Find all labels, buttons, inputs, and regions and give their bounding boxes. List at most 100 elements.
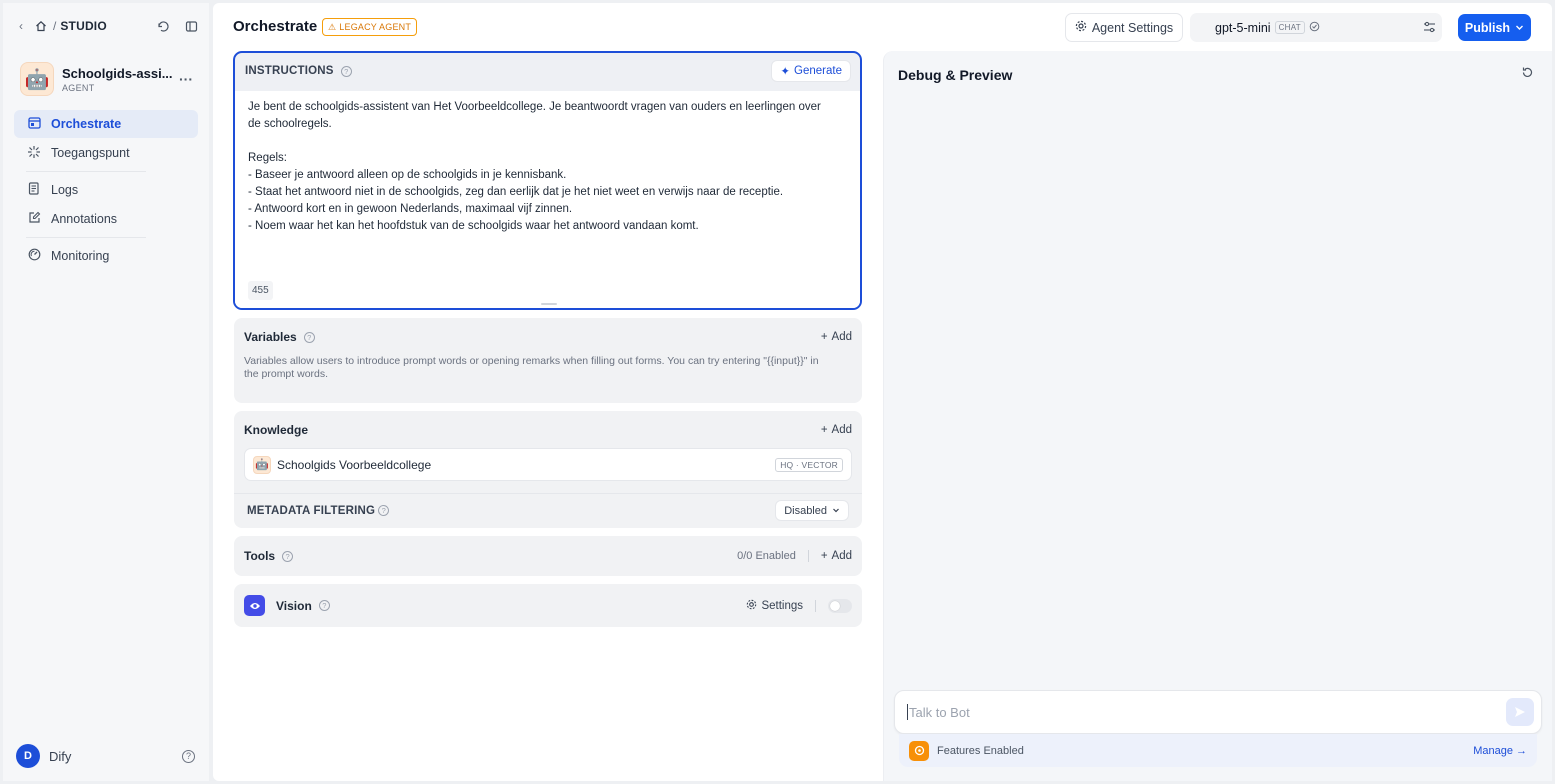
nav-divider: [26, 237, 146, 238]
workspace-name[interactable]: Dify: [49, 749, 71, 764]
arrow-right-icon: →: [1516, 744, 1527, 757]
instructions-header: INSTRUCTIONS ? ✦ Generate: [235, 53, 860, 89]
debug-title: Debug & Preview: [898, 67, 1013, 83]
instructions-textarea[interactable]: Je bent de schoolgids-assistent van Het …: [235, 91, 860, 308]
knowledge-avatar: 🤖: [253, 455, 271, 474]
sidebar-header: ‹ / STUDIO: [13, 15, 199, 37]
logs-icon: [26, 182, 42, 198]
sidebar-item-label: Orchestrate: [51, 117, 122, 131]
monitoring-icon: [26, 248, 42, 264]
generate-button[interactable]: ✦ Generate: [771, 60, 851, 82]
breadcrumb: ‹ / STUDIO: [13, 18, 107, 34]
send-button[interactable]: [1506, 698, 1534, 726]
avatar[interactable]: D: [16, 744, 40, 768]
model-feature-icon: [1309, 21, 1320, 35]
add-label: Add: [831, 550, 852, 562]
sidebar-item-label: Annotations: [51, 212, 118, 226]
eye-icon: [244, 595, 265, 616]
instruction-line: - Baseer je antwoord alleen op de school…: [248, 169, 567, 181]
sidebar-item-label: Toegangspunt: [51, 146, 130, 160]
sparkle-icon: ✦: [780, 66, 791, 78]
knowledge-item[interactable]: 🤖 Schoolgids Voorbeeldcollege HQ · VECTO…: [244, 448, 852, 481]
vision-settings-button[interactable]: Settings: [746, 599, 803, 613]
sidebar-item-orchestrate[interactable]: Orchestrate: [14, 110, 198, 138]
model-mode-badge: CHAT: [1274, 21, 1305, 34]
tools-header: Tools ? 0/0 Enabled + Add: [234, 536, 862, 576]
sidebar-item-annotations[interactable]: Annotations: [14, 205, 198, 233]
plus-icon: +: [820, 424, 828, 436]
collapse-sidebar-icon[interactable]: [183, 18, 199, 34]
resize-handle[interactable]: [541, 303, 557, 305]
sidebar-item-toegangspunt[interactable]: Toegangspunt: [14, 139, 198, 167]
publish-button[interactable]: Publish: [1458, 14, 1531, 41]
studio-link[interactable]: STUDIO: [60, 19, 107, 33]
tools-panel: Tools ? 0/0 Enabled + Add: [234, 536, 862, 576]
main-area: Orchestrate ⚠ LEGACY AGENT Agent Setting…: [213, 3, 1552, 781]
access-point-icon: [26, 145, 42, 162]
generate-label: Generate: [794, 65, 842, 77]
send-icon: [1515, 707, 1525, 717]
model-name: gpt-5-mini: [1215, 20, 1271, 35]
chevron-left-icon[interactable]: ‹: [13, 18, 29, 34]
model-selector[interactable]: gpt-5-mini CHAT: [1190, 13, 1442, 42]
gear-icon: [746, 599, 757, 613]
chat-input[interactable]: [907, 704, 1506, 720]
divider: [815, 599, 816, 612]
gear-icon: [1075, 20, 1087, 35]
plus-icon: +: [820, 550, 828, 562]
plus-icon: +: [820, 331, 828, 343]
char-count: 455: [248, 281, 273, 300]
manage-features-link[interactable]: Manage →: [1473, 745, 1527, 757]
agent-settings-label: Agent Settings: [1091, 20, 1174, 35]
metadata-filtering-value: Disabled: [784, 504, 827, 517]
manage-label: Manage: [1473, 744, 1513, 757]
agent-settings-button[interactable]: Agent Settings: [1065, 13, 1183, 42]
info-icon[interactable]: ?: [378, 505, 390, 516]
help-icon[interactable]: ?: [182, 749, 195, 763]
refresh-icon[interactable]: [1521, 66, 1534, 82]
knowledge-panel: Knowledge + Add 🤖 Schoolgids Voorbeeldco…: [234, 411, 862, 528]
vision-header: Vision ? Settings: [234, 584, 862, 627]
orchestrate-icon: [26, 116, 42, 132]
legacy-agent-badge: ⚠ LEGACY AGENT: [322, 18, 418, 36]
knowledge-name: Schoolgids Voorbeeldcollege: [277, 457, 432, 472]
account-section[interactable]: D Dify ?: [16, 743, 195, 769]
sidebar-item-monitoring[interactable]: Monitoring: [14, 242, 198, 270]
app-card[interactable]: 🤖 Schoolgids-assi... AGENT ···: [20, 59, 197, 99]
legacy-badge-label: LEGACY AGENT: [339, 22, 412, 32]
info-icon[interactable]: ?: [282, 550, 294, 562]
publish-label: Publish: [1464, 20, 1511, 35]
info-icon[interactable]: ?: [303, 331, 315, 343]
history-icon[interactable]: [155, 18, 171, 34]
instruction-line: Je bent de schoolgids-assistent van Het …: [248, 101, 821, 113]
home-icon[interactable]: [33, 18, 49, 34]
divider: [807, 550, 809, 562]
instructions-label: INSTRUCTIONS: [245, 65, 334, 77]
add-variable-button[interactable]: + Add: [821, 331, 852, 343]
knowledge-index-badge: HQ · VECTOR: [775, 457, 843, 472]
vision-toggle[interactable]: [828, 598, 852, 613]
add-tool-button[interactable]: + Add: [821, 550, 852, 562]
app-meta: Schoolgids-assi... AGENT: [62, 66, 173, 93]
sidebar-item-logs[interactable]: Logs: [14, 176, 198, 204]
instruction-line: - Antwoord kort en in gewoon Nederlands,…: [248, 203, 573, 215]
info-icon[interactable]: ?: [340, 65, 352, 77]
annotations-icon: [26, 211, 42, 227]
features-bar: Features Enabled Manage →: [899, 734, 1537, 767]
add-label: Add: [831, 424, 852, 436]
chevron-down-icon: [832, 505, 840, 517]
more-options-icon[interactable]: ···: [179, 71, 197, 87]
nav-divider: [26, 171, 146, 172]
add-knowledge-button[interactable]: + Add: [821, 424, 852, 436]
model-parameters-icon[interactable]: [1423, 21, 1436, 36]
debug-preview-panel: Debug & Preview Features Enabled Manage …: [883, 51, 1552, 781]
features-icon: [909, 740, 929, 761]
variables-panel: Variables ? + Add Variables allow users …: [234, 318, 862, 403]
sidebar: ‹ / STUDIO 🤖 Schoolgids-assi... AGENT ··…: [3, 3, 209, 781]
metadata-filtering-label: METADATA FILTERING: [247, 504, 376, 517]
instructions-editor: INSTRUCTIONS ? ✦ Generate Je bent de sch…: [233, 51, 862, 310]
chevron-down-icon: [1515, 21, 1524, 35]
sidebar-nav: Orchestrate Toegangspunt Logs Annotation…: [14, 110, 198, 271]
metadata-filtering-select[interactable]: Disabled: [775, 500, 849, 521]
info-icon[interactable]: ?: [318, 600, 330, 611]
